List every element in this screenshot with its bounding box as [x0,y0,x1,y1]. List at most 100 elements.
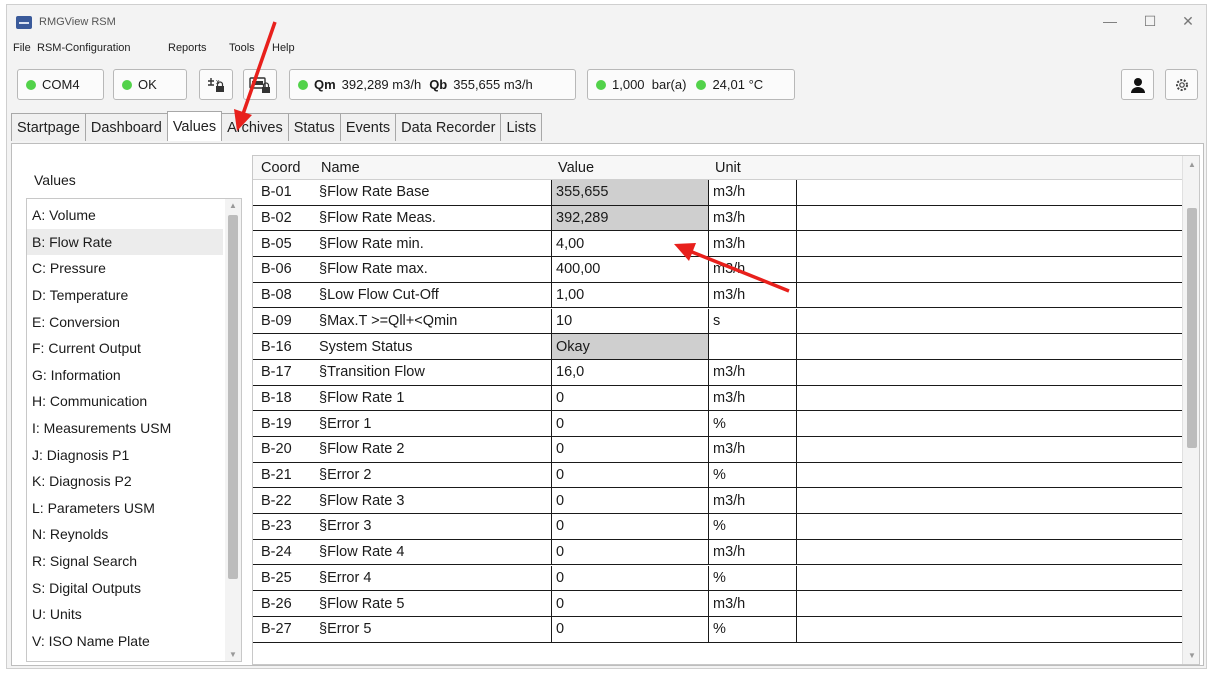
tab-dashboard[interactable]: Dashboard [84,113,168,141]
table-row[interactable]: B-23 §Error 3 0% [253,514,1183,540]
menu-reports[interactable]: Reports [168,42,207,54]
maximize-icon[interactable]: ☐ [1140,13,1160,30]
table-row[interactable]: B-17 §Transition Flow 16,0 m3/h [253,359,1183,386]
values-page: Values A: Volume B: Flow Rate C: Pressure D… [11,143,1204,666]
list-item[interactable]: K: Diagnosis P2 [27,468,223,495]
cell-value: 392,289 [552,205,709,231]
scroll-up-icon[interactable]: ▲ [1187,160,1197,169]
cell-value[interactable]: 0 [552,411,709,436]
list-item[interactable]: L: Parameters USM [27,495,223,522]
connection-status-indicator[interactable]: OK [113,69,187,100]
table-header: Coord Name Value Unit [253,156,1183,180]
list-item[interactable]: C: Pressure [27,255,223,282]
table-row[interactable]: B-18 §Flow Rate 1 0 m3/h [253,385,1183,412]
table-scrollbar[interactable]: ▲ ▼ [1182,156,1199,664]
list-item[interactable]: S: Digital Outputs [27,574,223,601]
list-item[interactable]: U: Units [27,601,223,628]
cell-value[interactable]: 4,00 [552,231,709,257]
table-row[interactable]: B-19 §Error 1 0% [253,411,1183,437]
table-row[interactable]: B-16 System Status Okay [253,334,1183,360]
menu-help[interactable]: Help [272,42,295,54]
tab-startpage[interactable]: Startpage [11,113,86,141]
table-row[interactable]: B-02 §Flow Rate Meas. 392,289 m3/h [253,205,1183,232]
cell-value[interactable]: 0 [552,616,709,642]
status-dot-icon [696,79,707,90]
tab-events[interactable]: Events [339,113,397,141]
port-indicator[interactable]: COM4 [17,69,104,100]
cell-value[interactable]: 0 [552,565,709,591]
list-scrollbar-thumb[interactable] [228,215,238,579]
cell-value[interactable]: 16,0 [552,359,709,385]
cell-value[interactable]: 0 [552,385,709,411]
cell-value[interactable]: 1,00 [552,282,709,308]
table-row[interactable]: B-24 §Flow Rate 4 0 m3/h [253,539,1183,566]
cell-coord: B-26 [261,595,292,612]
table-row[interactable]: B-05 §Flow Rate min. 4,00 m3/h [253,231,1183,258]
list-item[interactable]: I: Measurements USM [27,415,223,442]
table-row[interactable]: B-09 §Max.T >=Qll+<Qmin 10 s [253,308,1183,335]
scroll-down-icon[interactable]: ▼ [1187,651,1197,660]
list-item[interactable]: H: Communication [27,388,223,415]
tab-data-recorder[interactable]: Data Recorder [395,113,502,141]
qb-value: 355,655 m3/h [453,77,533,92]
list-item[interactable]: N: Reynolds [27,521,223,548]
user-button[interactable] [1121,69,1154,100]
list-item[interactable]: A: Volume [27,202,223,229]
parameter-lock-button[interactable]: x [199,69,233,100]
list-item[interactable]: R: Signal Search [27,548,223,575]
column-header-name[interactable]: Name [315,156,360,180]
column-header-value[interactable]: Value [552,156,594,180]
list-item[interactable]: E: Conversion [27,308,223,335]
cell-value[interactable]: 0 [552,591,709,616]
scroll-down-icon[interactable]: ▼ [228,650,238,659]
table-row[interactable]: B-27 §Error 5 0% [253,616,1183,643]
device-lock-button[interactable] [243,69,277,100]
list-item[interactable]: V: ISO Name Plate [27,628,223,655]
cell-coord: B-22 [261,492,292,509]
cell-value[interactable]: 10 [552,308,709,334]
cell-value[interactable]: 0 [552,488,709,514]
list-item[interactable]: D: Temperature [27,282,223,309]
tab-lists[interactable]: Lists [500,113,543,141]
table-row[interactable]: B-25 §Error 4 0% [253,565,1183,592]
list-item[interactable]: B: Flow Rate [27,228,223,256]
menu-tools[interactable]: Tools [229,42,255,54]
table-row[interactable]: B-20 §Flow Rate 2 0 m3/h [253,437,1183,463]
cell-unit: % [709,462,797,488]
tab-status[interactable]: Status [287,113,341,141]
cell-value[interactable]: 0 [552,514,709,539]
table-row[interactable]: B-26 §Flow Rate 5 0 m3/h [253,591,1183,617]
settings-button[interactable] [1165,69,1198,100]
cell-value[interactable]: 0 [552,539,709,565]
cell-coord: B-20 [261,441,292,458]
list-scrollbar[interactable]: ▲ ▼ [225,199,241,661]
app-window: RMGView RSM — ☐ ✕ File RSM-Configuration… [6,4,1207,669]
minimize-icon[interactable]: — [1100,13,1120,29]
window-title: RMGView RSM [39,16,116,28]
value-group-list[interactable]: A: Volume B: Flow Rate C: Pressure D: Tempe… [26,198,242,662]
tab-values[interactable]: Values [166,111,223,141]
cell-value[interactable]: 0 [552,437,709,462]
table-scrollbar-thumb[interactable] [1187,208,1197,448]
menu-file[interactable]: File [13,42,31,54]
list-item[interactable]: J: Diagnosis P1 [27,441,223,468]
table-row[interactable]: B-01 §Flow Rate Base 355,655 m3/h [253,180,1183,206]
column-header-unit[interactable]: Unit [709,156,741,180]
table-row[interactable]: B-22 §Flow Rate 3 0 m3/h [253,488,1183,515]
list-item[interactable]: F: Current Output [27,335,223,362]
table-row[interactable]: B-21 §Error 2 0% [253,462,1183,489]
table-row[interactable]: B-06 §Flow Rate max. 400,00 m3/h [253,257,1183,283]
table-row[interactable]: B-08 §Low Flow Cut-Off 1,00 m3/h [253,282,1183,309]
cell-name: §Flow Rate max. [315,257,552,282]
list-item[interactable]: G: Information [27,362,223,389]
cell-value[interactable]: 400,00 [552,257,709,282]
scroll-up-icon[interactable]: ▲ [228,201,238,210]
cell-unit: m3/h [709,359,797,385]
column-header-coord[interactable]: Coord [255,156,301,180]
close-icon[interactable]: ✕ [1178,13,1198,30]
cell-value[interactable]: 0 [552,462,709,488]
menu-rsm-configuration[interactable]: RSM-Configuration [37,42,131,54]
cell-coord: B-18 [261,389,292,406]
tab-archives[interactable]: Archives [221,113,289,141]
pressure-temperature-readout: 1,000 bar(a) 24,01 °C [587,69,795,100]
